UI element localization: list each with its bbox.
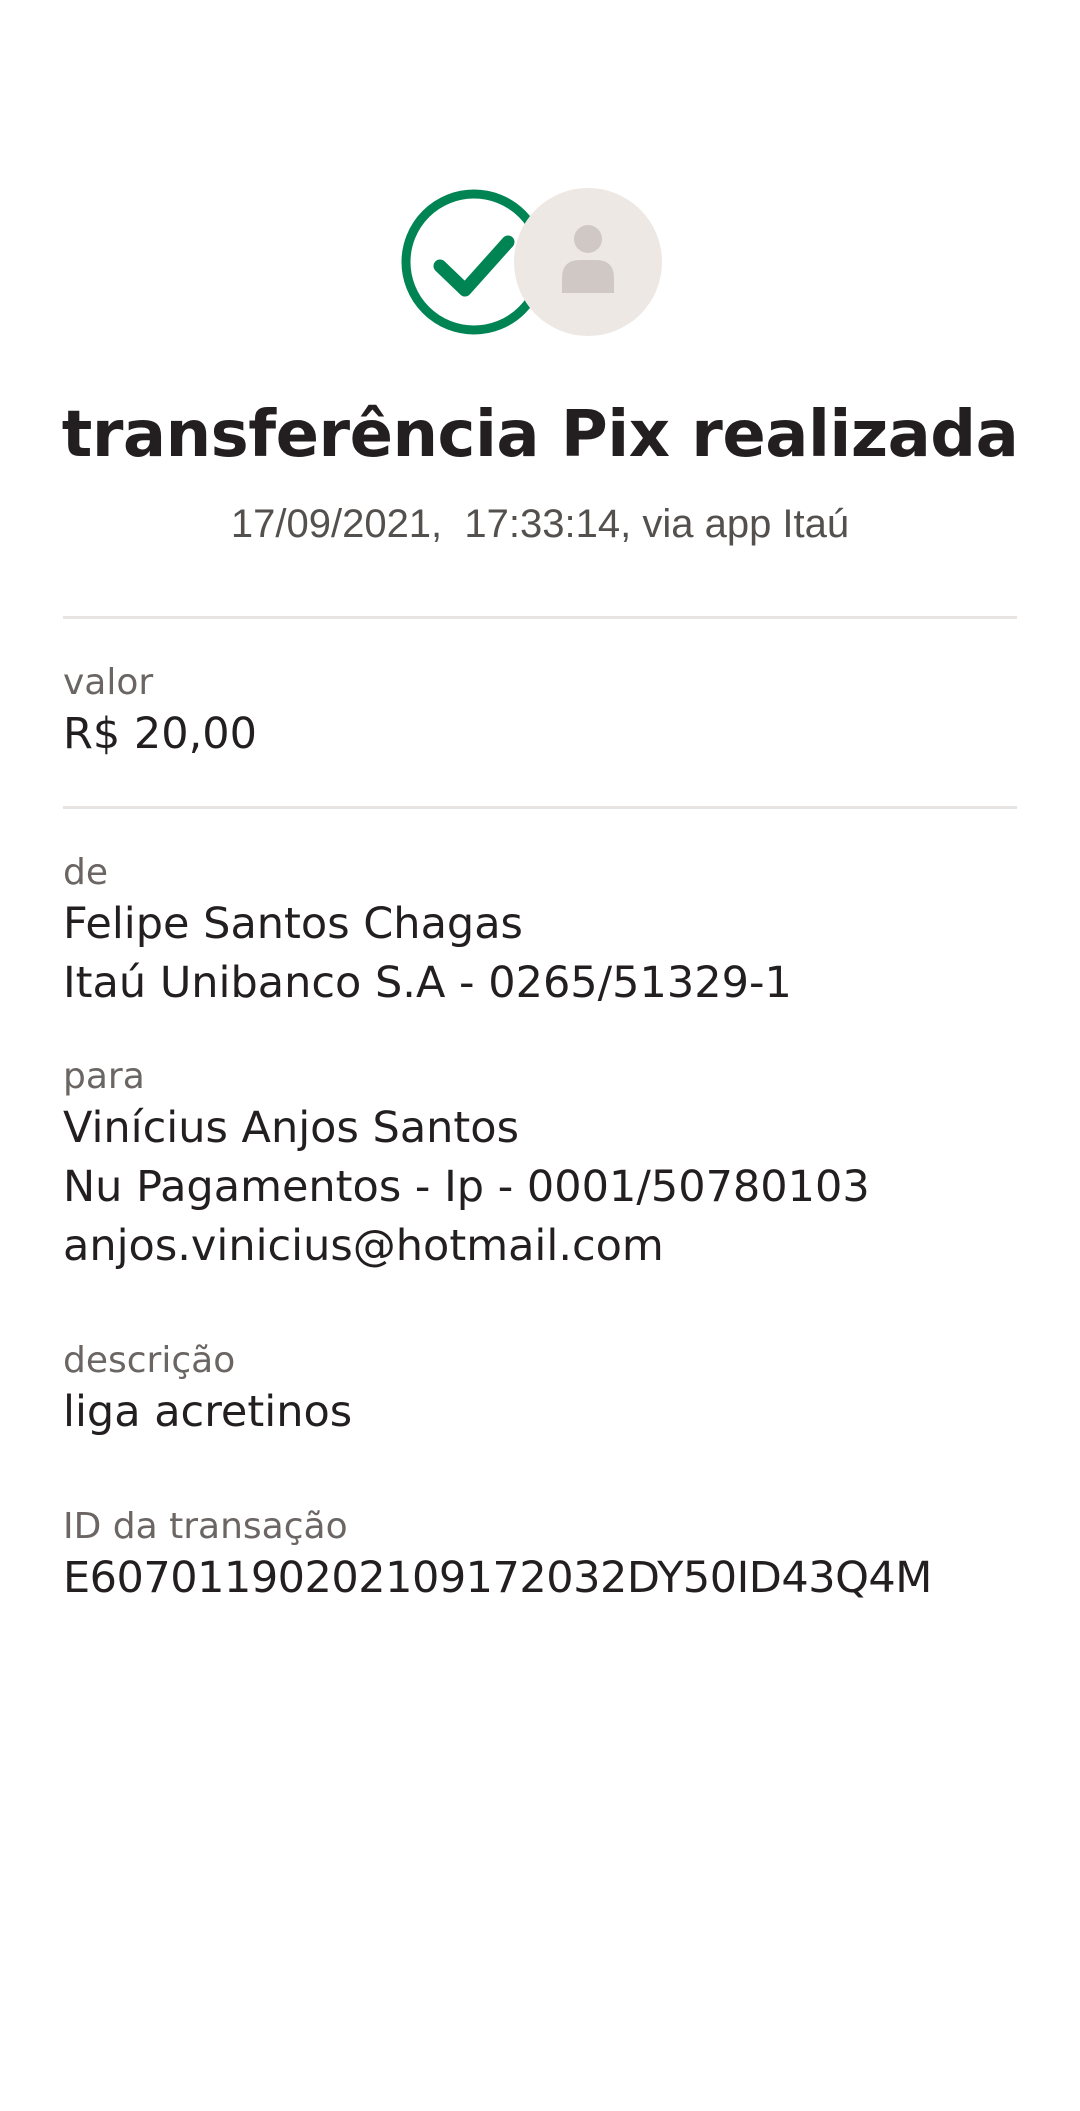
from-name: Felipe Santos Chagas [63,899,523,949]
from-account: Itaú Unibanco S.A - 0265/51329-1 [63,958,792,1008]
user-placeholder-icon [562,225,614,293]
from-label: de [63,852,108,893]
avatar [514,188,662,336]
description-label: descrição [63,1340,236,1381]
divider [63,806,1017,809]
transfer-datetime: 17/09/2021, 17:33:14, via app Itaú [230,502,850,546]
divider [63,616,1017,619]
to-pix-key: anjos.vinicius@hotmail.com [63,1221,664,1271]
to-account: Nu Pagamentos - Ip - 0001/50780103 [63,1162,870,1212]
header-icons [400,188,662,336]
transaction-id-label: ID da transação [63,1506,348,1547]
to-name: Vinícius Anjos Santos [63,1103,519,1153]
description-value: liga acretinos [63,1387,353,1437]
amount-label: valor [63,662,154,703]
to-label: para [63,1056,145,1097]
amount-value: R$ 20,00 [63,709,258,759]
page-title: transferência Pix realizada [61,398,1019,472]
transaction-id-value: E60701190202109172032DY50ID43Q4M [63,1553,932,1603]
pix-receipt-screen: transferência Pix realizada 17/09/2021, … [0,0,1080,2111]
